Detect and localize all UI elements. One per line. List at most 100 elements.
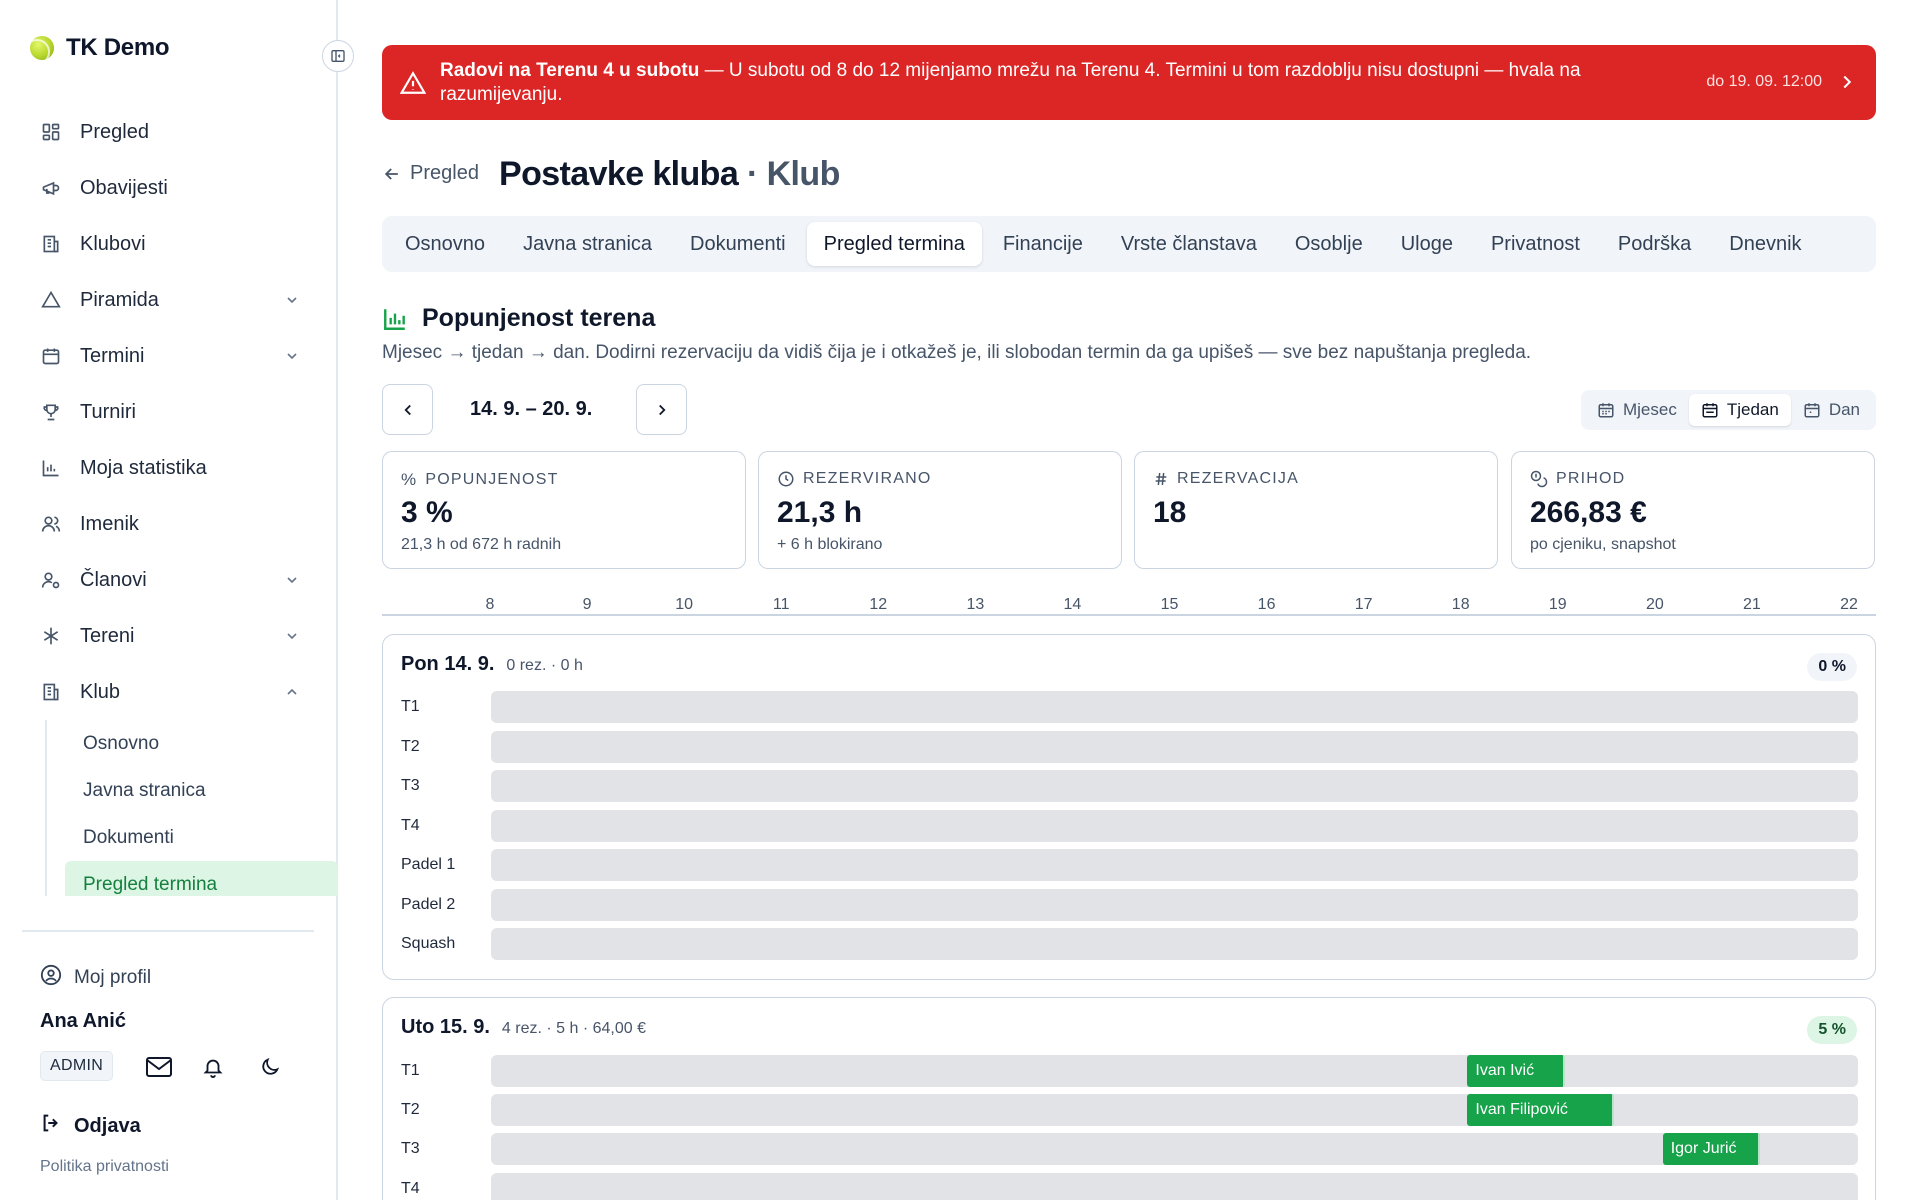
tab-dokumenti[interactable]: Dokumenti (673, 222, 803, 266)
court-label: T1 (401, 1062, 420, 1079)
court-row: T2 Ivan Filipović (383, 1094, 1877, 1127)
court-label: T3 (401, 777, 420, 794)
tab-osnovno[interactable]: Osnovno (388, 222, 502, 266)
booking-block[interactable]: Igor Jurić (1662, 1133, 1761, 1166)
profile-link[interactable]: Moj profil (40, 964, 151, 992)
tab-uloge[interactable]: Uloge (1384, 222, 1470, 266)
sidebar-item-piramida[interactable]: Piramida (0, 272, 338, 328)
court-row: T2 (383, 730, 1877, 763)
calendar-week-icon (1702, 403, 1718, 418)
view-week-button[interactable]: Tjedan (1688, 394, 1791, 426)
previous-week-button[interactable] (382, 384, 433, 435)
tab-osoblje[interactable]: Osoblje (1278, 222, 1380, 266)
tab-pregled-termina[interactable]: Pregled termina (806, 222, 982, 266)
maintenance-alert[interactable]: Radovi na Terenu 4 u subotu — U subotu o… (382, 45, 1876, 120)
court-row: T3 Igor Jurić (383, 1133, 1877, 1166)
booking-block[interactable]: Ivan Filipović (1467, 1094, 1614, 1127)
chevron-down-icon[interactable] (282, 290, 302, 310)
court-timeline-track[interactable] (491, 888, 1858, 921)
sidebar-item-pregled[interactable]: Pregled (0, 104, 338, 160)
logout-button[interactable]: Odjava (40, 1112, 141, 1140)
section-header: Popunjenost terena (382, 304, 655, 333)
court-timeline-track[interactable] (491, 928, 1858, 960)
court-timeline-track[interactable] (491, 770, 1858, 802)
tab-dnevnik[interactable]: Dnevnik (1712, 222, 1818, 266)
sidebar-item-imenik[interactable]: Imenik (0, 496, 338, 552)
booking-block[interactable]: Ivan Ivić (1467, 1055, 1566, 1087)
tab-financije[interactable]: Financije (986, 222, 1100, 266)
hour-tick-label: 15 (1160, 596, 1179, 613)
hour-tick-label: 20 (1645, 596, 1664, 613)
users-icon (40, 513, 62, 535)
chevron-down-icon[interactable] (282, 346, 302, 366)
logout-label: Odjava (74, 1114, 141, 1137)
mail-icon[interactable] (144, 1053, 174, 1081)
court-label: T4 (401, 816, 420, 834)
user-name: Ana Anić (40, 1010, 126, 1032)
chevron-left-icon (403, 404, 411, 415)
chevron-right-icon[interactable] (1836, 71, 1858, 93)
settings-tabs: Osnovno Javna stranica Dokumenti Pregled… (382, 216, 1876, 272)
sidebar-item-clanovi[interactable]: Članovi (0, 552, 338, 608)
stat-value: 18 (1153, 496, 1187, 529)
sidebar-item-turniri[interactable]: Turniri (0, 384, 338, 440)
court-row: T4 (383, 809, 1877, 842)
stat-label-text: Popunjenost (425, 471, 559, 488)
brand[interactable]: TK Demo (30, 34, 170, 62)
chevron-down-icon[interactable] (282, 626, 302, 646)
subnav-item-javna-stranica[interactable]: Javna stranica (65, 767, 338, 814)
tab-privatnost[interactable]: Privatnost (1474, 222, 1597, 266)
view-month-label: Mjesec (1622, 400, 1677, 419)
sidebar-item-tereni[interactable]: Tereni (0, 608, 338, 664)
sidebar-item-moja-statistika[interactable]: Moja statistika (0, 440, 338, 496)
subnav-item-dokumenti[interactable]: Dokumenti (65, 814, 338, 861)
sidebar-item-klub[interactable]: Klub (0, 664, 338, 720)
subnav-item-pregled-termina[interactable]: Pregled termina (65, 861, 338, 896)
view-month-button[interactable]: Mjesec (1585, 394, 1689, 426)
date-range-label: 14. 9. – 20. 9. (470, 398, 593, 420)
hour-tick-label: 17 (1354, 596, 1373, 613)
section-description: Mjesec → tjedan → dan. Dodirni rezervaci… (382, 342, 1532, 363)
day-meta: 0 rez. · 0 h (506, 657, 583, 674)
privacy-link[interactable]: Politika privatnosti (40, 1158, 169, 1176)
building-icon (40, 233, 62, 255)
court-timeline-track[interactable] (491, 730, 1858, 763)
page-title-main: Postavke kluba (499, 155, 739, 193)
tab-vrste-clanstava[interactable]: Vrste članstava (1104, 222, 1274, 266)
bar-chart-icon (384, 308, 405, 330)
stat-card-popunjenost: % Popunjenost 3 % 21,3 h od 672 h radnih (382, 451, 746, 569)
sidebar-item-termini[interactable]: Termini (0, 328, 338, 384)
court-label: T2 (401, 737, 420, 755)
hour-tick-label: 8 (485, 596, 495, 613)
court-timeline-track[interactable] (491, 809, 1858, 842)
chevron-down-icon[interactable] (282, 570, 302, 590)
tab-podrska[interactable]: Podrška (1601, 222, 1708, 266)
tab-javna-stranica[interactable]: Javna stranica (506, 222, 669, 266)
bar-chart-icon (40, 457, 62, 479)
profile-link-label: Moj profil (74, 967, 152, 988)
hour-tick-label: 22 (1840, 596, 1858, 613)
court-label: T2 (401, 1101, 420, 1119)
back-link[interactable]: Pregled (382, 162, 479, 185)
chevron-up-icon[interactable] (282, 682, 302, 702)
sidebar-collapse-button[interactable] (322, 40, 354, 72)
view-mode-switch: Mjesec Tjedan Dan (1580, 390, 1876, 430)
stat-value: 266,83 € (1530, 496, 1647, 529)
sidebar-item-label: Klub (80, 680, 121, 703)
court-timeline-track[interactable] (491, 1172, 1858, 1200)
day-header: Uto 15. 9. 4 rez. · 5 h · 64,00 € (401, 1016, 646, 1039)
court-timeline-track[interactable]: Igor Jurić (491, 1133, 1858, 1166)
page-title: Postavke kluba · Klub (499, 155, 840, 194)
court-timeline-track[interactable] (491, 691, 1858, 723)
view-day-button[interactable]: Dan (1791, 394, 1872, 426)
court-timeline-track[interactable]: Ivan Ivić (491, 1055, 1858, 1087)
court-timeline-track[interactable] (491, 849, 1858, 881)
sidebar-item-obavijesti[interactable]: Obavijesti (0, 160, 338, 216)
sidebar-item-klubovi[interactable]: Klubovi (0, 216, 338, 272)
subnav-item-osnovno[interactable]: Osnovno (65, 720, 338, 767)
next-week-button[interactable] (636, 384, 687, 435)
moon-icon[interactable] (255, 1053, 285, 1081)
court-timeline-track[interactable]: Ivan Filipović (491, 1094, 1858, 1127)
bell-icon[interactable] (198, 1053, 228, 1081)
calendar-day-icon (1804, 403, 1820, 418)
